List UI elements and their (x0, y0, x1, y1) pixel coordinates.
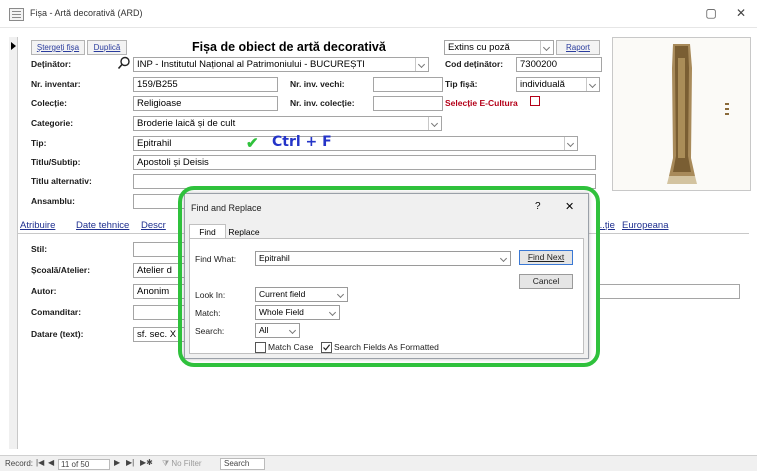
last-record-button[interactable]: ▶| (126, 458, 134, 467)
current-record-arrow-icon (11, 42, 16, 50)
owner-value: INP - Institutul Național al Patrimoniul… (137, 59, 365, 70)
chevron-down-icon[interactable] (586, 78, 599, 91)
owner-code-field[interactable]: 7300200 (516, 57, 602, 72)
style-label: Stil: (31, 244, 48, 254)
check-icon: ✔ (246, 135, 259, 152)
sheet-type-select[interactable]: individuală (516, 77, 600, 92)
shortcut-hint: Ctrl + F (272, 134, 332, 150)
ecultura-label: Selecție E-Cultura (445, 98, 518, 108)
first-record-button[interactable]: |◀ (36, 458, 44, 467)
form-title: Fișa de obiect de artă decorativă (192, 40, 386, 54)
ecultura-checkbox[interactable] (530, 96, 540, 106)
title-subtitle-field[interactable]: Apostoli și Deisis (133, 155, 596, 170)
maximize-button[interactable]: ▢ (700, 5, 722, 21)
category-select[interactable]: Broderie laică și de cult (133, 116, 442, 131)
filter-icon: ⧩ (162, 459, 172, 468)
sheet-type-value: individuală (520, 79, 565, 90)
tab-descriere[interactable]: Descr (141, 220, 166, 231)
category-value: Broderie laică și de cult (137, 118, 236, 129)
current-record-field[interactable]: 11 of 50 (58, 459, 110, 470)
chevron-down-icon[interactable] (415, 58, 428, 71)
old-inventory-field[interactable] (373, 77, 443, 92)
record-navigation-bar: Record: |◀ ◀ 11 of 50 ▶ ▶| ▶✱ ⧩ No Filte… (0, 455, 757, 471)
alt-title-label: Titlu alternativ: (31, 176, 92, 186)
owner-code-label: Cod deținător: (445, 59, 504, 69)
report-button[interactable]: Raport (556, 40, 600, 55)
search-icon[interactable] (117, 56, 131, 70)
collection-inventory-field[interactable] (373, 96, 443, 111)
tab-europeana[interactable]: Europeana (622, 220, 668, 231)
tab-date-tehnice[interactable]: Date tehnice (76, 220, 129, 231)
author-extra-field[interactable] (596, 284, 740, 299)
highlight-frame (178, 186, 600, 367)
inventory-label: Nr. inventar: (31, 79, 81, 89)
author-label: Autor: (31, 286, 57, 296)
title-bar: Fișa - Artă decorativă (ARD) ▢ ✕ (0, 0, 757, 28)
view-mode-value: Extins cu poză (448, 42, 510, 53)
record-label: Record: (5, 459, 34, 468)
title-subtitle-label: Titlu/Subtip: (31, 157, 81, 167)
dating-label: Datare (text): (31, 329, 84, 339)
owner-select[interactable]: INP - Institutul Național al Patrimoniul… (133, 57, 429, 72)
previous-record-button[interactable]: ◀ (48, 458, 54, 467)
category-label: Categorie: (31, 118, 74, 128)
close-button[interactable]: ✕ (730, 5, 752, 21)
old-inventory-label: Nr. inv. vechi: (290, 79, 345, 89)
duplicate-button[interactable]: Duplică (87, 40, 127, 55)
chevron-down-icon[interactable] (540, 41, 553, 54)
delete-sheet-button[interactable]: Ștergeți fișa (31, 40, 85, 55)
chevron-down-icon[interactable] (428, 117, 441, 130)
next-record-button[interactable]: ▶ (114, 458, 120, 467)
record-search-input[interactable]: Search (220, 458, 265, 470)
commissioner-label: Comanditar: (31, 307, 82, 317)
type-select[interactable]: Epitrahil (133, 136, 578, 151)
filter-label: No Filter (171, 459, 202, 468)
window-title: Fișa - Artă decorativă (ARD) (30, 8, 143, 18)
form-icon (9, 8, 24, 21)
object-photo (612, 37, 751, 191)
collection-inventory-label: Nr. inv. colecție: (290, 98, 355, 108)
view-mode-select[interactable]: Extins cu poză (444, 40, 554, 55)
sheet-type-label: Tip fișă: (445, 79, 478, 89)
tab-atribuire[interactable]: Atribuire (20, 220, 55, 231)
type-label: Tip: (31, 138, 47, 148)
school-label: Școală/Atelier: (31, 265, 91, 275)
chevron-down-icon[interactable] (564, 137, 577, 150)
inventory-field[interactable]: 159/B255 (133, 77, 278, 92)
owner-label: Deținător: (31, 59, 72, 69)
type-value: Epitrahil (137, 138, 172, 149)
record-selector[interactable] (9, 37, 18, 449)
collection-label: Colecție: (31, 98, 67, 108)
collection-field[interactable]: Religioase (133, 96, 278, 111)
new-record-button[interactable]: ▶✱ (140, 458, 153, 467)
no-filter-button[interactable]: ⧩ No Filter (162, 459, 202, 469)
ensemble-label: Ansamblu: (31, 196, 75, 206)
